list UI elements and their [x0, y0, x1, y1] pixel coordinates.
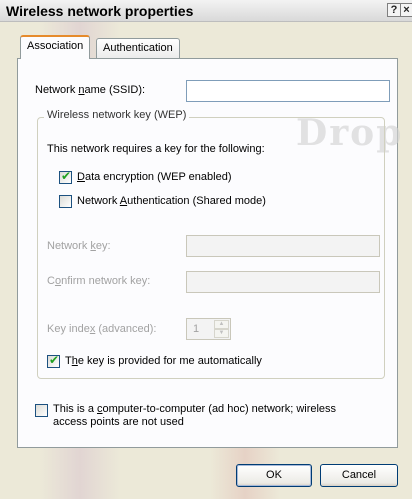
confirm-key-field[interactable]	[186, 271, 380, 293]
key-index-value: 1	[193, 323, 200, 335]
data-encryption-checkbox[interactable]: ✔	[59, 169, 72, 184]
spin-up-icon[interactable]: ▲	[214, 320, 229, 329]
key-index-label: Key index (advanced):	[47, 323, 157, 335]
wep-group-legend: Wireless network key (WEP)	[44, 109, 190, 121]
ssid-field[interactable]	[186, 80, 390, 102]
requires-key-text: This network requires a key for the foll…	[47, 143, 265, 155]
network-authentication-checkbox[interactable]	[59, 195, 72, 208]
tab-authentication[interactable]: Authentication	[96, 38, 180, 58]
auto-key-checkbox[interactable]: ✔	[47, 353, 60, 368]
window-title: Wireless network properties	[6, 3, 194, 19]
tab-association[interactable]: Association	[20, 35, 91, 59]
ok-button[interactable]: OK	[236, 464, 312, 487]
spin-down-icon[interactable]: ▼	[214, 329, 229, 338]
adhoc-checkbox[interactable]	[35, 404, 48, 417]
ssid-input[interactable]	[187, 81, 389, 101]
cancel-button[interactable]: Cancel	[320, 464, 398, 487]
ssid-label: Network name (SSID):	[35, 84, 146, 96]
network-key-field[interactable]	[186, 235, 380, 257]
checkmark-icon: ✔	[61, 169, 72, 183]
data-encryption-label[interactable]: Data encryption (WEP enabled)	[77, 171, 232, 183]
network-authentication-label[interactable]: Network Authentication (Shared mode)	[77, 195, 266, 207]
key-index-spinner[interactable]: 1 ▲ ▼	[186, 318, 231, 340]
network-key-label: Network key:	[47, 240, 111, 252]
title-bar: Wireless network properties ? ×	[0, 0, 412, 22]
confirm-key-label: Confirm network key:	[47, 275, 151, 287]
close-icon[interactable]: ×	[400, 3, 412, 17]
confirm-key-input[interactable]	[187, 272, 379, 292]
adhoc-label[interactable]: This is a computer-to-computer (ad hoc) …	[53, 403, 336, 429]
help-icon[interactable]: ?	[387, 3, 401, 17]
auto-key-label[interactable]: The key is provided for me automatically	[65, 355, 262, 367]
network-key-input[interactable]	[187, 236, 379, 256]
checkmark-icon: ✔	[49, 353, 60, 367]
